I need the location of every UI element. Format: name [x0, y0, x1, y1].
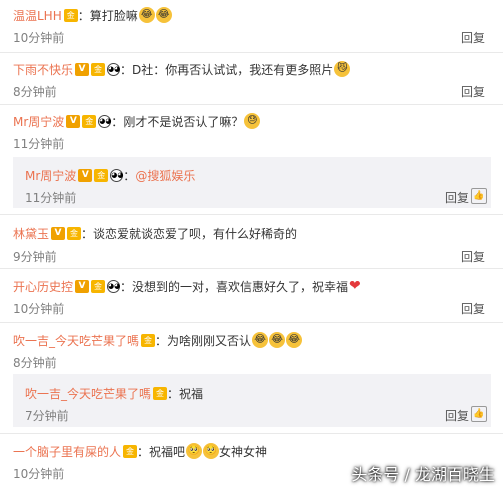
separator: ： — [137, 444, 150, 459]
verified-v-icon: V — [66, 114, 81, 128]
reply-button[interactable]: 回复 — [445, 407, 469, 424]
timestamp: 11分钟前 — [13, 137, 65, 151]
separator: ： — [155, 333, 168, 348]
user-name[interactable]: 下雨不快乐 — [13, 61, 73, 78]
user-name[interactable]: Mr周宁波 — [13, 113, 64, 130]
laugh-emoji-icon: 😂 — [138, 7, 155, 23]
gold-badge-icon: 金 — [91, 279, 106, 293]
gold-badge-icon: 金 — [94, 168, 109, 182]
reply-button[interactable]: 回复 — [461, 83, 485, 100]
comment-text-2: 女神女神 — [219, 444, 268, 459]
reply-button[interactable]: 回复 — [445, 189, 469, 206]
timestamp: 10分钟前 — [13, 467, 65, 481]
user-name[interactable]: 吹一吉_今天吃芒果了嗎 — [25, 385, 151, 402]
gold-badge-icon: 金 — [91, 62, 106, 76]
separator: ： — [167, 386, 180, 401]
timestamp: 10分钟前 — [13, 31, 65, 45]
timestamp: 8分钟前 — [13, 356, 57, 370]
verified-v-icon: V — [75, 279, 90, 293]
smirk-emoji-icon: 😼 — [334, 61, 351, 77]
separator: ： — [120, 62, 133, 77]
laugh-emoji-icon: 😂 — [269, 332, 286, 348]
panda-badge-icon: ◕◕ — [107, 279, 120, 293]
separator: ： — [77, 8, 90, 23]
sub-reply-box: Mr周宁波 V 金 ◕◕ ： @搜狐娱乐 11分钟前 回复 👍 — [13, 157, 491, 208]
blink-emoji-icon: 🥺 — [203, 443, 220, 459]
gold-badge-icon: 金 — [82, 114, 97, 128]
divider — [0, 214, 503, 215]
timestamp: 10分钟前 — [13, 302, 65, 316]
sub-reply-box: 吹一吉_今天吃芒果了嗎 金 ： 祝福 7分钟前 回复 👍 — [13, 374, 491, 427]
gold-badge-icon: 金 — [153, 386, 168, 400]
gold-badge-icon: 金 — [123, 444, 138, 458]
laugh-emoji-icon: 😂 — [155, 7, 172, 23]
like-icon[interactable]: 👍 — [471, 188, 487, 204]
sweat-emoji-icon: 😓 — [244, 113, 261, 129]
laugh-emoji-icon: 😂 — [286, 332, 303, 348]
comment-text: D社：你再否认试试，我还有更多照片 — [132, 62, 334, 77]
comment-text: 谈恋爱就谈恋爱了呗，有什么好稀奇的 — [93, 226, 298, 241]
panda-badge-icon: ◕◕ — [107, 62, 120, 76]
comment-text: 算打脸嘛 — [89, 8, 138, 23]
divider — [0, 433, 503, 434]
verified-v-icon: V — [78, 168, 93, 182]
comment-text: 刚才不是说否认了嘛？ — [123, 114, 244, 129]
divider — [0, 322, 503, 323]
comment-text: 没想到的一对，喜欢信惠好久了，祝幸福 — [132, 279, 349, 294]
mention-link[interactable]: @搜狐娱乐 — [135, 167, 195, 184]
gold-badge-icon: 金 — [67, 226, 82, 240]
heart-icon: ❤ — [349, 278, 361, 294]
reply-button[interactable]: 回复 — [461, 248, 485, 265]
user-name[interactable]: Mr周宁波 — [25, 167, 76, 184]
laugh-emoji-icon: 😂 — [252, 332, 269, 348]
divider — [0, 268, 503, 269]
comment-text: 祝福 — [179, 386, 204, 401]
blink-emoji-icon: 🥺 — [186, 443, 203, 459]
separator: ： — [111, 114, 124, 129]
reply-button[interactable]: 回复 — [461, 29, 485, 46]
comment-text: 为啥刚刚又否认 — [167, 333, 252, 348]
gold-badge-icon: 金 — [141, 333, 156, 347]
timestamp: 8分钟前 — [13, 85, 57, 99]
like-icon[interactable]: 👍 — [471, 406, 487, 422]
separator: ： — [81, 226, 94, 241]
timestamp: 7分钟前 — [25, 409, 69, 423]
gold-badge-icon: 金 — [63, 8, 78, 22]
timestamp: 9分钟前 — [13, 250, 57, 264]
user-name[interactable]: 开心历史控 — [13, 278, 73, 295]
separator: ： — [120, 279, 133, 294]
divider — [0, 104, 503, 105]
reply-button[interactable]: 回复 — [461, 300, 485, 317]
user-name[interactable]: 林黛玉 — [13, 225, 49, 242]
user-name[interactable]: 温温LHH — [13, 7, 62, 24]
timestamp: 11分钟前 — [25, 191, 77, 205]
separator: ： — [123, 168, 136, 183]
divider — [0, 52, 503, 53]
user-name[interactable]: 吹一吉_今天吃芒果了嗎 — [13, 332, 139, 349]
watermark: 头条号 / 龙湖百晓生 — [351, 465, 495, 484]
verified-v-icon: V — [75, 62, 90, 76]
panda-badge-icon: ◕◕ — [110, 168, 124, 182]
comment-text: 祝福吧 — [149, 444, 186, 459]
user-name[interactable]: 一个脑子里有屎的人 — [13, 443, 121, 460]
panda-badge-icon: ◕◕ — [98, 114, 112, 128]
verified-v-icon: V — [51, 226, 66, 240]
